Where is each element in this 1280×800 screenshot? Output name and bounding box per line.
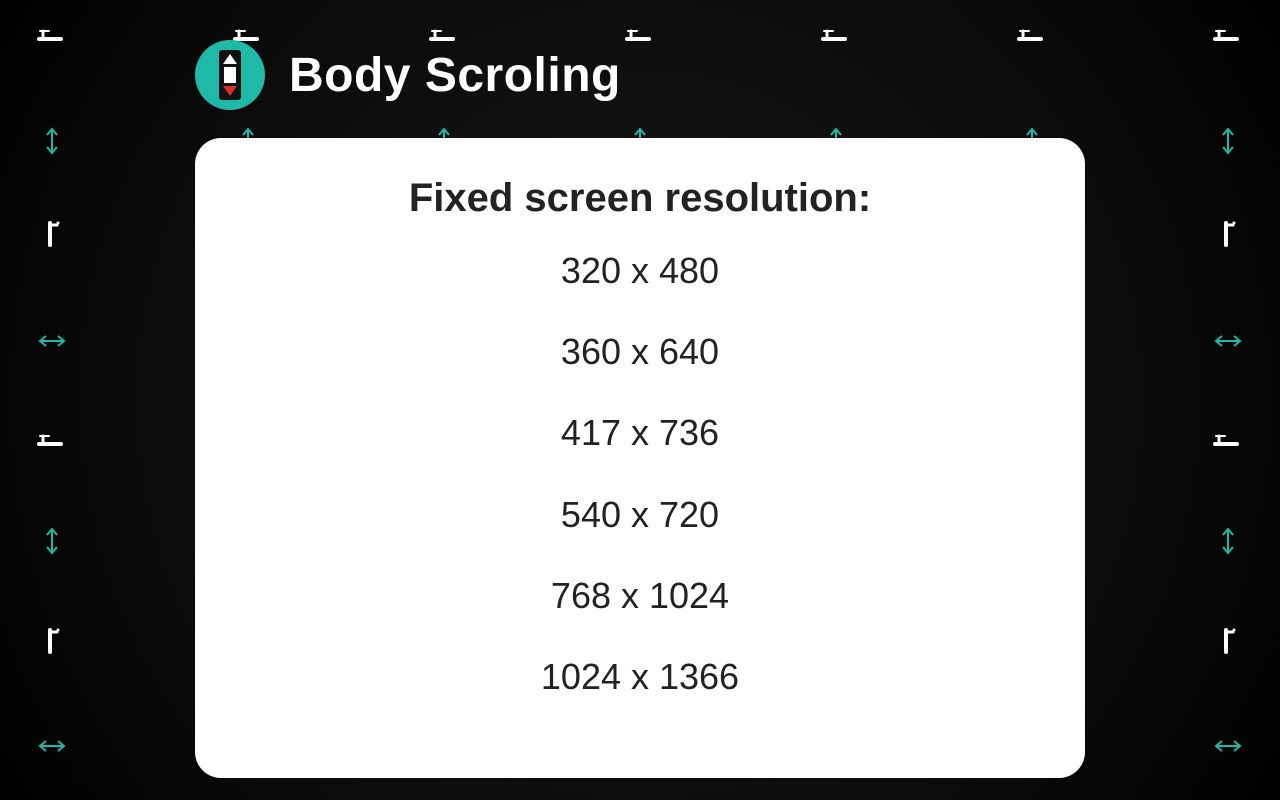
- pipe-v-icon: [36, 625, 68, 657]
- pipe-v-icon: [1212, 218, 1244, 250]
- resolution-option[interactable]: 540 x 720: [235, 493, 1045, 536]
- pipe-h-icon: [36, 20, 68, 52]
- arrows-h-icon: [36, 730, 68, 762]
- header: Body Scroling: [195, 40, 621, 110]
- resolution-option[interactable]: 417 x 736: [235, 411, 1045, 454]
- pipe-v-icon: [36, 218, 68, 250]
- arrows-h-icon: [1212, 325, 1244, 357]
- resolution-option[interactable]: 768 x 1024: [235, 574, 1045, 617]
- resolution-option[interactable]: 360 x 640: [235, 330, 1045, 373]
- arrows-v-icon: [1212, 525, 1244, 557]
- page-title: Body Scroling: [289, 48, 621, 103]
- arrows-h-icon: [1212, 730, 1244, 762]
- pipe-h-icon: [36, 425, 68, 457]
- resolution-option[interactable]: 1024 x 1366: [235, 655, 1045, 698]
- pipe-h-icon: [624, 20, 656, 52]
- resolution-list: 320 x 480 360 x 640 417 x 736 540 x 720 …: [235, 249, 1045, 698]
- pipe-h-icon: [1016, 20, 1048, 52]
- arrows-h-icon: [36, 325, 68, 357]
- pipe-v-icon: [1212, 625, 1244, 657]
- arrows-v-icon: [1212, 125, 1244, 157]
- card-heading: Fixed screen resolution:: [235, 176, 1045, 221]
- resolution-option[interactable]: 320 x 480: [235, 249, 1045, 292]
- scroll-icon: [195, 40, 265, 110]
- arrows-v-icon: [36, 125, 68, 157]
- pipe-h-icon: [1212, 425, 1244, 457]
- pipe-h-icon: [1212, 20, 1244, 52]
- arrows-v-icon: [36, 525, 68, 557]
- pipe-h-icon: [820, 20, 852, 52]
- resolution-card: Fixed screen resolution: 320 x 480 360 x…: [195, 138, 1085, 778]
